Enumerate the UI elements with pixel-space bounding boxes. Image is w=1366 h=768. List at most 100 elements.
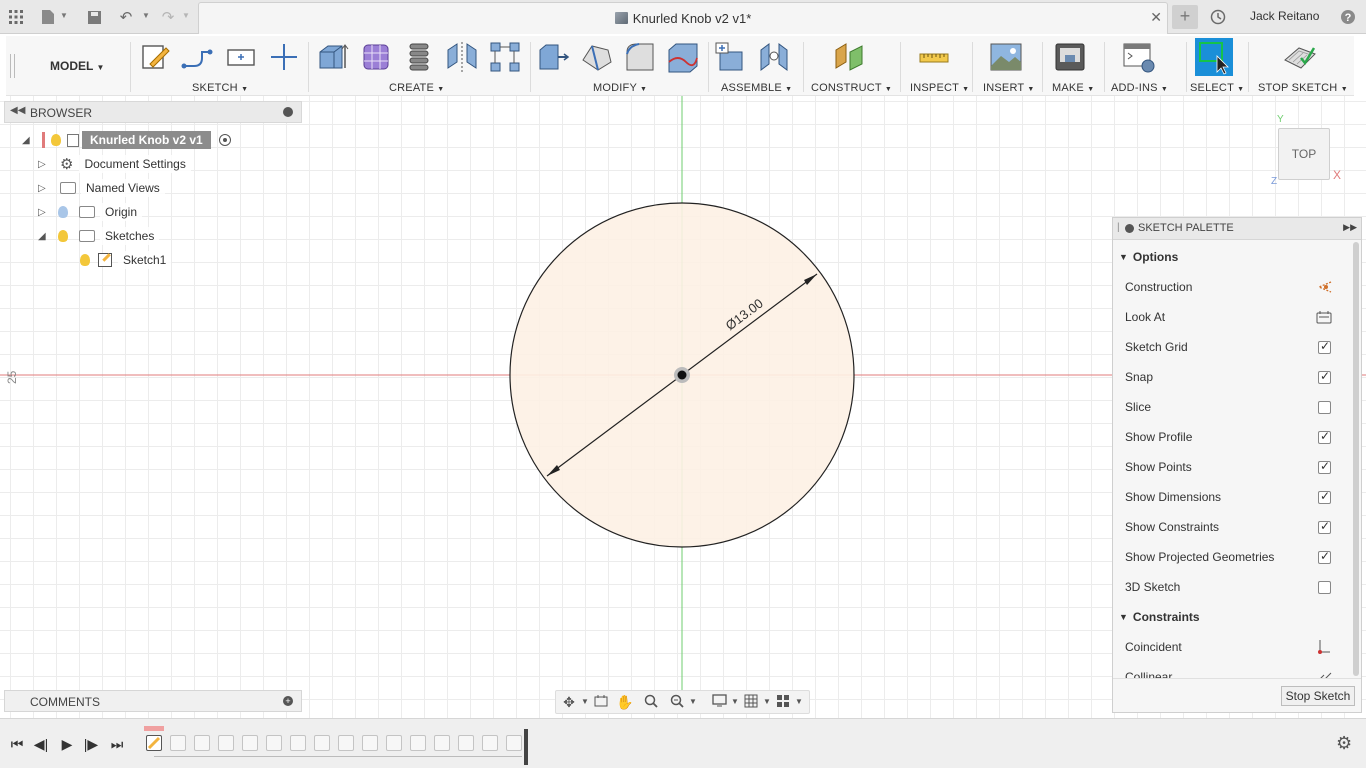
tree-collapsed-icon[interactable]: ▷ [38, 207, 52, 218]
chamfer-icon[interactable] [623, 40, 657, 74]
options-section-header[interactable]: ▼ Options [1119, 242, 1178, 272]
browser-item-sketches[interactable]: ◢ Sketches [38, 226, 160, 246]
palette-option-slice[interactable]: Slice [1125, 392, 1347, 422]
play-icon[interactable]: ▶ [57, 735, 77, 753]
timeline-feature[interactable] [290, 735, 306, 751]
browser-item-origin[interactable]: ▷ Origin [38, 202, 143, 222]
go-to-start-icon[interactable]: ⏮ [7, 735, 27, 753]
stop-sketch-icon[interactable] [1283, 40, 1317, 74]
extrude-icon[interactable] [316, 40, 350, 74]
tree-expanded-icon[interactable]: ◢ [38, 231, 52, 242]
palette-minimize-icon[interactable] [1125, 224, 1134, 233]
slice-checkbox[interactable] [1318, 400, 1331, 414]
stop-sketch-menu[interactable]: STOP SKETCH ▼ [1258, 82, 1348, 94]
press-pull-icon[interactable] [536, 40, 570, 74]
show-projected-geometries-checkbox[interactable] [1318, 549, 1331, 564]
assemble-menu[interactable]: ASSEMBLE ▼ [721, 82, 792, 94]
look-at-nav-icon[interactable] [592, 694, 610, 710]
file-menu-caret-icon[interactable]: ▼ [60, 11, 68, 20]
mirror-icon[interactable] [445, 40, 479, 74]
palette-option-show-projected-geometries[interactable]: Show Projected Geometries [1125, 542, 1347, 572]
modify-menu[interactable]: MODIFY ▼ [593, 82, 647, 94]
timeline-feature[interactable] [362, 735, 378, 751]
step-back-icon[interactable]: ◀| [31, 735, 51, 753]
timeline-feature[interactable] [194, 735, 210, 751]
rectangle-icon[interactable] [224, 40, 258, 74]
show-dimensions-checkbox[interactable] [1318, 489, 1331, 504]
constraints-section-header[interactable]: ▼ Constraints [1119, 602, 1200, 632]
coincident-icon[interactable] [1315, 639, 1333, 655]
stop-sketch-button[interactable]: Stop Sketch [1281, 686, 1355, 706]
comments-panel[interactable]: COMMENTS + [4, 690, 302, 712]
timeline-feature[interactable] [170, 735, 186, 751]
palette-option-snap[interactable]: Snap [1125, 362, 1347, 392]
user-name[interactable]: Jack Reitano [1250, 9, 1319, 23]
insert-menu[interactable]: INSERT ▼ [983, 82, 1035, 94]
3d-sketch-checkbox[interactable] [1318, 580, 1331, 594]
pattern-icon[interactable] [488, 40, 522, 74]
palette-grip-icon[interactable]: | [1117, 222, 1120, 233]
timeline-settings-icon[interactable]: ⚙ [1336, 733, 1352, 754]
fit-caret-icon[interactable]: ▼ [684, 694, 702, 710]
look-at-icon[interactable] [1315, 309, 1333, 325]
inspect-menu[interactable]: INSPECT ▼ [910, 82, 969, 94]
undo-icon[interactable]: ↶ [116, 7, 136, 27]
point-icon[interactable] [267, 40, 301, 74]
add-comment-icon[interactable]: + [283, 696, 293, 706]
palette-option-3d-sketch[interactable]: 3D Sketch [1125, 572, 1347, 602]
add-ins-menu[interactable]: ADD-INS ▼ [1111, 82, 1168, 94]
tree-collapsed-icon[interactable]: ▷ [38, 183, 52, 194]
palette-option-show-profile[interactable]: Show Profile [1125, 422, 1347, 452]
document-tab[interactable]: Knurled Knob v2 v1* ✕ [198, 2, 1168, 34]
redo-icon[interactable]: ↷ [158, 7, 178, 27]
insert-image-icon[interactable] [989, 40, 1023, 74]
close-tab-icon[interactable]: ✕ [1150, 9, 1162, 26]
timeline-feature[interactable] [434, 735, 450, 751]
timeline-feature[interactable] [458, 735, 474, 751]
create-sketch-icon[interactable] [138, 40, 172, 74]
step-forward-icon[interactable]: |▶ [81, 735, 101, 753]
palette-option-show-constraints[interactable]: Show Constraints [1125, 512, 1347, 542]
create-menu[interactable]: CREATE ▼ [389, 82, 444, 94]
browser-item-named-views[interactable]: ▷ Named Views [38, 178, 165, 198]
browser-item-sketch1[interactable]: Sketch1 [74, 250, 172, 270]
select-tool-button[interactable] [1195, 38, 1233, 76]
construct-menu[interactable]: CONSTRUCT ▼ [811, 82, 892, 94]
browser-item-document-settings[interactable]: ▷ ⚙ Document Settings [38, 154, 191, 174]
construction-icon[interactable] [1315, 279, 1333, 295]
tree-collapsed-icon[interactable]: ▷ [38, 159, 52, 170]
scripts-icon[interactable] [1122, 40, 1156, 74]
offset-plane-icon[interactable] [832, 40, 866, 74]
palette-option-show-points[interactable]: Show Points [1125, 452, 1347, 482]
show-points-checkbox[interactable] [1318, 459, 1331, 474]
split-body-icon[interactable] [666, 40, 700, 74]
viewcube[interactable]: TOP [1278, 128, 1330, 180]
visibility-bulb-icon[interactable] [58, 230, 68, 242]
browser-root-node[interactable]: ◢ Knurled Knob v2 v1 [22, 130, 231, 150]
palette-expand-icon[interactable]: ▶▶ [1343, 222, 1357, 233]
toolbar-grip[interactable] [10, 54, 15, 78]
visibility-bulb-icon[interactable] [51, 134, 61, 146]
timeline-sketch-feature[interactable] [146, 735, 162, 751]
apps-grid-icon[interactable] [6, 7, 26, 27]
visibility-bulb-icon[interactable] [58, 206, 68, 218]
fillet-icon[interactable] [580, 40, 614, 74]
select-menu[interactable]: SELECT ▼ [1190, 82, 1244, 94]
show-constraints-checkbox[interactable] [1318, 519, 1331, 534]
timeline-feature[interactable] [266, 735, 282, 751]
joint-icon[interactable] [757, 40, 791, 74]
job-status-icon[interactable] [1208, 7, 1228, 27]
browser-header[interactable]: ◀◀ BROWSER [4, 101, 302, 123]
go-to-end-icon[interactable]: ⏭ [107, 735, 127, 753]
show-profile-checkbox[interactable] [1318, 429, 1331, 444]
pan-icon[interactable]: ✋ [616, 694, 634, 710]
browser-minimize-icon[interactable] [283, 107, 293, 117]
palette-constraint-coincident[interactable]: Coincident [1125, 632, 1347, 662]
measure-icon[interactable] [917, 40, 951, 74]
timeline-feature[interactable] [314, 735, 330, 751]
zoom-icon[interactable] [642, 694, 660, 710]
timeline-marker[interactable] [524, 729, 528, 765]
timeline-feature[interactable] [338, 735, 354, 751]
sketch-menu[interactable]: SKETCH ▼ [192, 82, 248, 94]
palette-option-sketch-grid[interactable]: Sketch Grid [1125, 332, 1347, 362]
